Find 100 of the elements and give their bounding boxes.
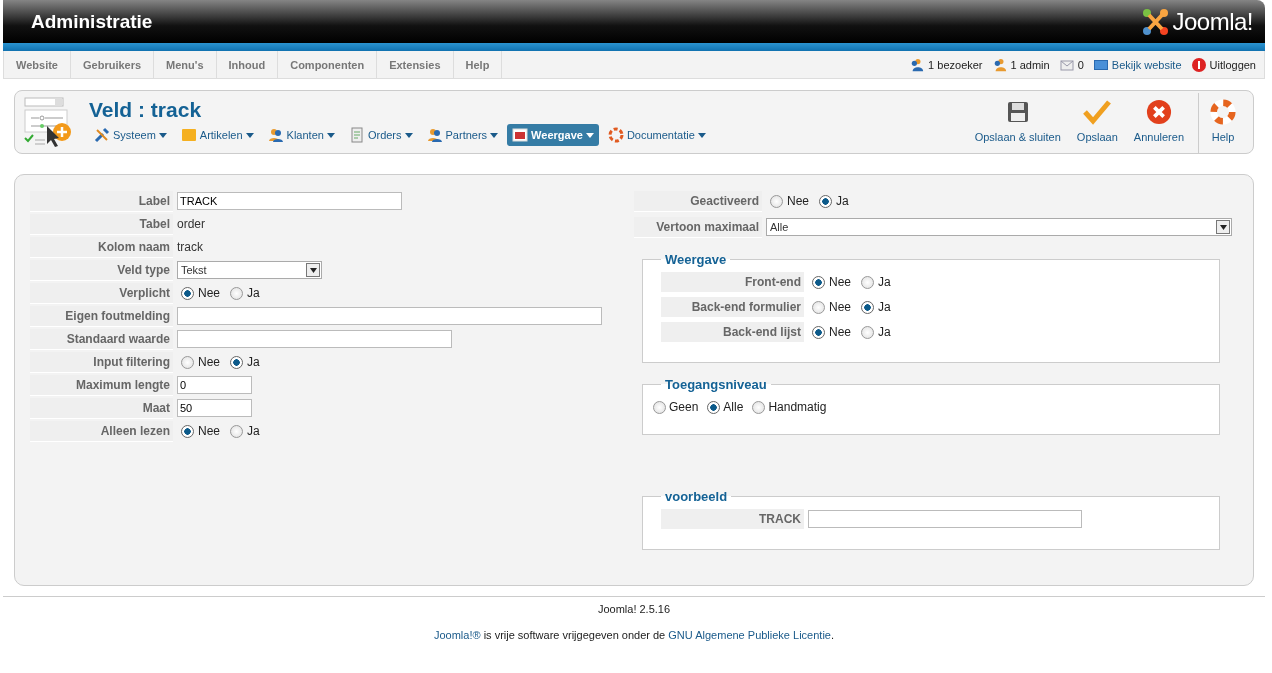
license-link[interactable]: GNU Algemene Publieke Licentie — [668, 629, 831, 641]
radio-button[interactable] — [812, 275, 825, 289]
fieldset-legend: Weergave — [661, 252, 731, 267]
field-label: TRACK — [661, 508, 804, 530]
field-label: Input filtering — [30, 351, 173, 373]
caret-icon — [404, 132, 413, 138]
radio-label: Ja — [878, 325, 891, 339]
page-title: Veld : track — [89, 98, 203, 122]
radio-button[interactable] — [653, 400, 666, 414]
radio-button[interactable] — [861, 325, 874, 339]
tools-icon — [94, 127, 110, 143]
menu-item[interactable]: Gebruikers — [71, 51, 155, 78]
alert-icon — [1191, 57, 1206, 72]
caret-icon — [326, 132, 335, 138]
radio-button[interactable] — [819, 194, 832, 208]
field-label: Front-end — [661, 271, 804, 293]
field-label: Verplicht — [30, 282, 173, 304]
submenu-item[interactable]: Weergave — [507, 124, 599, 146]
field-label: Back-end formulier — [661, 296, 804, 318]
caret-icon — [245, 132, 254, 138]
menu-item[interactable]: Website — [4, 51, 71, 78]
radio-label: Nee — [198, 424, 220, 438]
radio-button[interactable] — [181, 424, 194, 438]
version-text: Joomla! 2.5.16 — [597, 603, 671, 615]
user-icon — [910, 57, 925, 72]
envelope-icon — [1059, 58, 1074, 71]
caret-icon — [585, 132, 594, 138]
radio-button[interactable] — [812, 300, 825, 314]
radio-button[interactable] — [752, 400, 766, 414]
text-field[interactable]: 50 — [177, 399, 252, 417]
help-button[interactable]: Help — [1198, 93, 1245, 153]
radio-button[interactable] — [181, 355, 194, 369]
field-label: Kolom naam — [30, 236, 173, 258]
menu-item[interactable]: Help — [453, 51, 503, 78]
fieldset-legend: voorbeeld — [661, 489, 732, 504]
caret-icon — [158, 132, 167, 138]
submenu-item[interactable]: Systeem — [89, 124, 172, 146]
field-label: Tabel — [30, 213, 173, 235]
fieldset-legend: Toegangsniveau — [661, 377, 771, 392]
field-label: Standaard waarde — [30, 328, 173, 350]
radio-label: Ja — [836, 194, 849, 208]
save-button[interactable]: Opslaan — [1068, 93, 1126, 153]
text-field[interactable] — [808, 510, 1082, 528]
cancel-button[interactable]: Annuleren — [1125, 93, 1192, 153]
field-label: Maat — [30, 397, 173, 419]
radio-button[interactable] — [770, 194, 783, 208]
users-icon — [426, 127, 443, 143]
radio-button[interactable] — [861, 300, 874, 314]
radio-label: Nee — [198, 355, 220, 369]
logo-text: Joomla! — [1172, 7, 1253, 36]
field-label: Alleen lezen — [30, 420, 173, 442]
form-field-icon — [23, 96, 73, 148]
view-site-link[interactable]: Bekijk website — [1111, 58, 1182, 71]
text-field[interactable] — [177, 330, 452, 348]
checkmark-icon — [1082, 99, 1113, 125]
field-label: Vertoon maximaal — [634, 216, 762, 238]
user-icon — [992, 57, 1007, 72]
radio-button[interactable] — [707, 400, 721, 414]
menu-item[interactable]: Inhoud — [216, 51, 279, 78]
radio-label: Ja — [247, 355, 260, 369]
submenu-item[interactable]: Artikelen — [175, 124, 259, 146]
radio-label: Nee — [198, 286, 220, 300]
radio-label: Ja — [878, 275, 891, 289]
radio-button[interactable] — [230, 355, 243, 369]
radio-label: Ja — [247, 424, 260, 438]
status-text: 1 bezoeker — [928, 58, 983, 71]
submenu-item[interactable]: Documentatie — [602, 124, 711, 146]
field-value: track — [177, 240, 203, 254]
menu-item[interactable]: Extensies — [377, 51, 454, 78]
radio-label: Alle — [723, 400, 744, 414]
radio-button[interactable] — [181, 286, 194, 300]
radio-button[interactable] — [230, 286, 243, 300]
radio-label: Nee — [787, 194, 809, 208]
folder-icon — [180, 127, 197, 143]
menu-item[interactable]: Menu's — [154, 51, 217, 78]
text-field[interactable]: 0 — [177, 376, 252, 394]
radio-label: Nee — [829, 325, 851, 339]
save-close-button[interactable]: Opslaan & sluiten — [966, 93, 1069, 153]
license-link[interactable]: Joomla!® — [433, 629, 481, 641]
menu-item[interactable]: Componenten — [278, 51, 378, 78]
radio-button[interactable] — [812, 325, 825, 339]
document-icon — [348, 127, 365, 143]
submenu-item[interactable]: Partners — [421, 124, 504, 146]
caret-icon — [490, 132, 499, 138]
window-icon — [512, 127, 529, 143]
radio-button[interactable] — [230, 424, 243, 438]
logo-icon — [1140, 6, 1171, 37]
radio-label: Handmatig — [768, 400, 827, 414]
radio-button[interactable] — [861, 275, 874, 289]
license-text: Joomla!® is vrije software vrijgegeven onder de GNU Algemene Publieke Licentie. — [432, 629, 836, 641]
logout-link[interactable]: Uitloggen — [1209, 58, 1256, 71]
submenu-item[interactable]: Klanten — [262, 124, 340, 146]
text-field[interactable]: TRACK — [177, 192, 402, 210]
app-title: Administratie — [31, 10, 153, 33]
dropdown[interactable]: Alle — [766, 218, 1232, 236]
text-field[interactable] — [177, 307, 602, 325]
field-label: Label — [30, 190, 173, 212]
submenu-item[interactable]: Orders — [343, 124, 418, 146]
status-text: 0 — [1077, 58, 1084, 71]
dropdown[interactable]: Tekst — [177, 261, 322, 279]
